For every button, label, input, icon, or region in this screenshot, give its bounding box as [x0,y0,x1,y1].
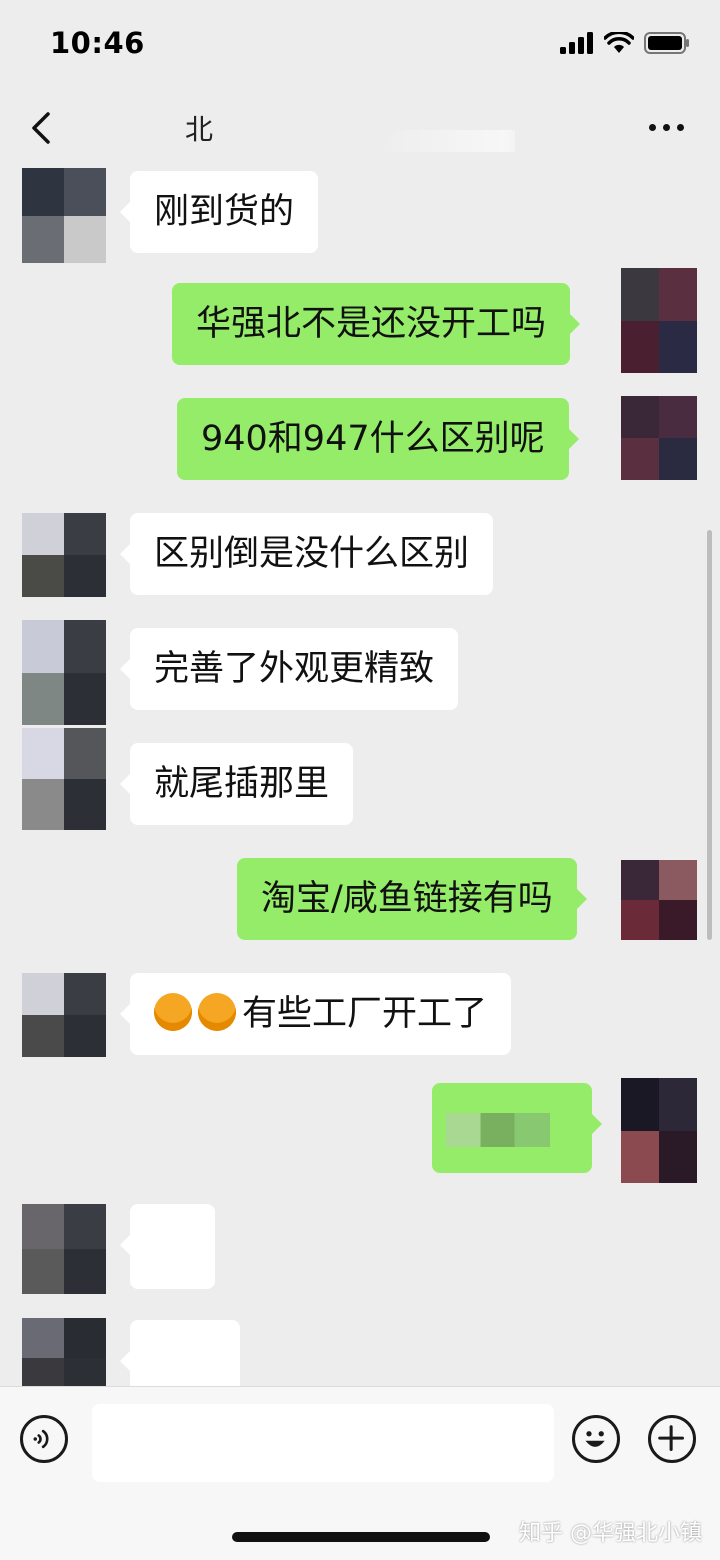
more-options-icon[interactable] [649,124,684,131]
more-actions-icon[interactable] [648,1415,696,1463]
message-bubble-out-redacted[interactable] [432,1083,602,1173]
message-bubble-in-redacted[interactable] [120,1320,240,1386]
hugging-emoji-icon [154,993,192,1031]
contact-avatar[interactable] [22,1318,106,1386]
message-input[interactable] [92,1404,554,1482]
my-avatar[interactable] [621,268,697,373]
message-bubble-in[interactable]: 就尾插那里 [119,743,354,825]
contact-avatar[interactable] [22,168,106,263]
emoji-picker-icon[interactable] [572,1415,620,1463]
wifi-icon [604,32,634,53]
status-icons [560,32,690,54]
message-bubble-in[interactable]: 完善了外观更精致 [119,628,459,710]
my-avatar[interactable] [621,396,697,480]
message-bubble-out[interactable]: 淘宝/咸鱼链接有吗 [237,858,587,940]
message-bubble-in-redacted[interactable] [120,1204,215,1289]
contact-avatar[interactable] [22,728,106,830]
message-list[interactable]: 刚到货的 华强北不是还没开工吗 940和947什么区别呢 区别倒是没什么区别 完… [0,168,720,1386]
voice-input-icon[interactable] [20,1415,68,1463]
chat-title: 北 [185,108,515,152]
watermark: 知乎 @华强北小镇 [519,1521,702,1546]
contact-avatar[interactable] [22,973,106,1057]
message-bubble-in[interactable]: 有些工厂开工了 [119,973,512,1055]
title-redaction [385,130,515,152]
hugging-emoji-icon [198,993,236,1031]
message-bubble-out[interactable]: 940和947什么区别呢 [177,398,579,480]
battery-icon [644,32,689,54]
message-bubble-out[interactable]: 华强北不是还没开工吗 [172,283,581,365]
chat-title-text: 北 [185,113,214,146]
back-icon[interactable] [26,108,62,148]
message-text: 有些工厂开工了 [242,994,488,1034]
my-avatar[interactable] [621,860,697,940]
message-bubble-in[interactable]: 刚到货的 [119,171,319,253]
nav-bar: 北 [0,90,720,168]
message-bubble-in[interactable]: 区别倒是没什么区别 [119,513,494,595]
contact-avatar[interactable] [22,620,106,725]
cellular-signal-icon [560,32,593,54]
status-bar: 10:46 [0,0,720,90]
scrollbar[interactable] [707,530,712,940]
status-time: 10:46 [50,26,145,60]
contact-avatar[interactable] [22,1204,106,1294]
contact-avatar[interactable] [22,513,106,597]
my-avatar[interactable] [621,1078,697,1183]
home-indicator[interactable] [232,1532,490,1542]
redaction-blocks [446,1113,550,1147]
